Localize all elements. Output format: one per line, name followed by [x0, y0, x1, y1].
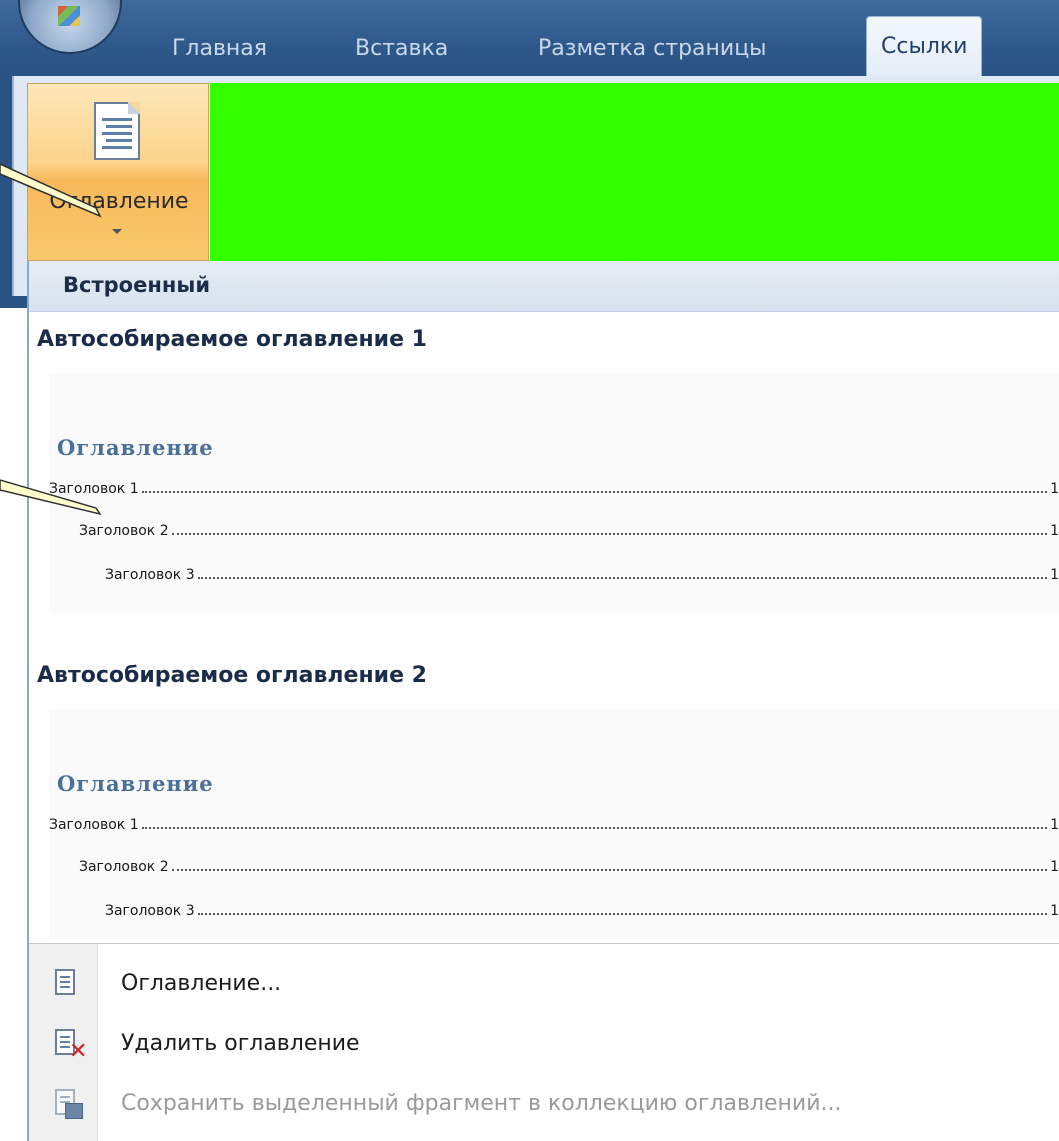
menu-separator	[29, 943, 1059, 944]
toc-dropdown-menu: Встроенный Автособираемое оглавление 1 О…	[27, 261, 1059, 1141]
delete-x-icon: ✕	[69, 1039, 88, 1064]
preview-title: Оглавление	[57, 435, 214, 460]
toc-entry-level-2: Заголовок 21	[79, 855, 1059, 877]
floppy-disk-icon	[65, 1103, 83, 1119]
ribbon-highlight-area	[210, 83, 1059, 261]
toc-entry-level-2: Заголовок 21	[79, 519, 1059, 541]
toc-entry-level-1: Заголовок 11	[49, 477, 1059, 499]
office-button[interactable]	[18, 0, 122, 54]
toc-entry-level-3: Заголовок 31	[105, 899, 1059, 921]
toc-gallery-item-1[interactable]: Оглавление Заголовок 11 Заголовок 21 Заг…	[49, 373, 1059, 613]
chevron-down-icon	[112, 229, 122, 234]
toc-document-icon	[55, 969, 75, 995]
command-label: Сохранить выделенный фрагмент в коллекци…	[121, 1091, 842, 1116]
office-logo-icon	[58, 6, 80, 26]
insert-toc-command[interactable]: Оглавление...	[29, 959, 1059, 1011]
gallery-title-2: Автособираемое оглавление 2	[37, 663, 427, 688]
command-label: Удалить оглавление	[121, 1031, 360, 1056]
save-selection-to-toc-gallery-command[interactable]: Сохранить выделенный фрагмент в коллекци…	[29, 1079, 1059, 1131]
tab-references[interactable]: Ссылки	[866, 16, 983, 77]
toc-ribbon-button[interactable]: Оглавление	[27, 83, 209, 261]
tab-home[interactable]: Главная	[172, 32, 267, 76]
toc-document-icon	[94, 102, 140, 160]
toc-gallery-item-2[interactable]: Оглавление Заголовок 11 Заголовок 21 Заг…	[49, 709, 1059, 939]
command-list: Оглавление... ✕ Удалить оглавление Сохра…	[29, 943, 1059, 1141]
toc-button-label: Оглавление	[49, 189, 189, 214]
section-header-label: Встроенный	[63, 273, 211, 297]
gallery-title-1: Автособираемое оглавление 1	[37, 327, 427, 352]
toc-entry-level-1: Заголовок 11	[49, 813, 1059, 835]
toc-entry-level-3: Заголовок 31	[105, 563, 1059, 585]
section-header: Встроенный	[29, 261, 1059, 312]
tab-insert[interactable]: Вставка	[355, 32, 448, 76]
tab-page-layout[interactable]: Разметка страницы	[538, 32, 767, 76]
ribbon-tab-bar: Главная Вставка Разметка страницы Ссылки	[0, 0, 1059, 77]
remove-toc-command[interactable]: ✕ Удалить оглавление	[29, 1019, 1059, 1071]
preview-title: Оглавление	[57, 771, 214, 796]
command-label: Оглавление...	[121, 971, 282, 996]
